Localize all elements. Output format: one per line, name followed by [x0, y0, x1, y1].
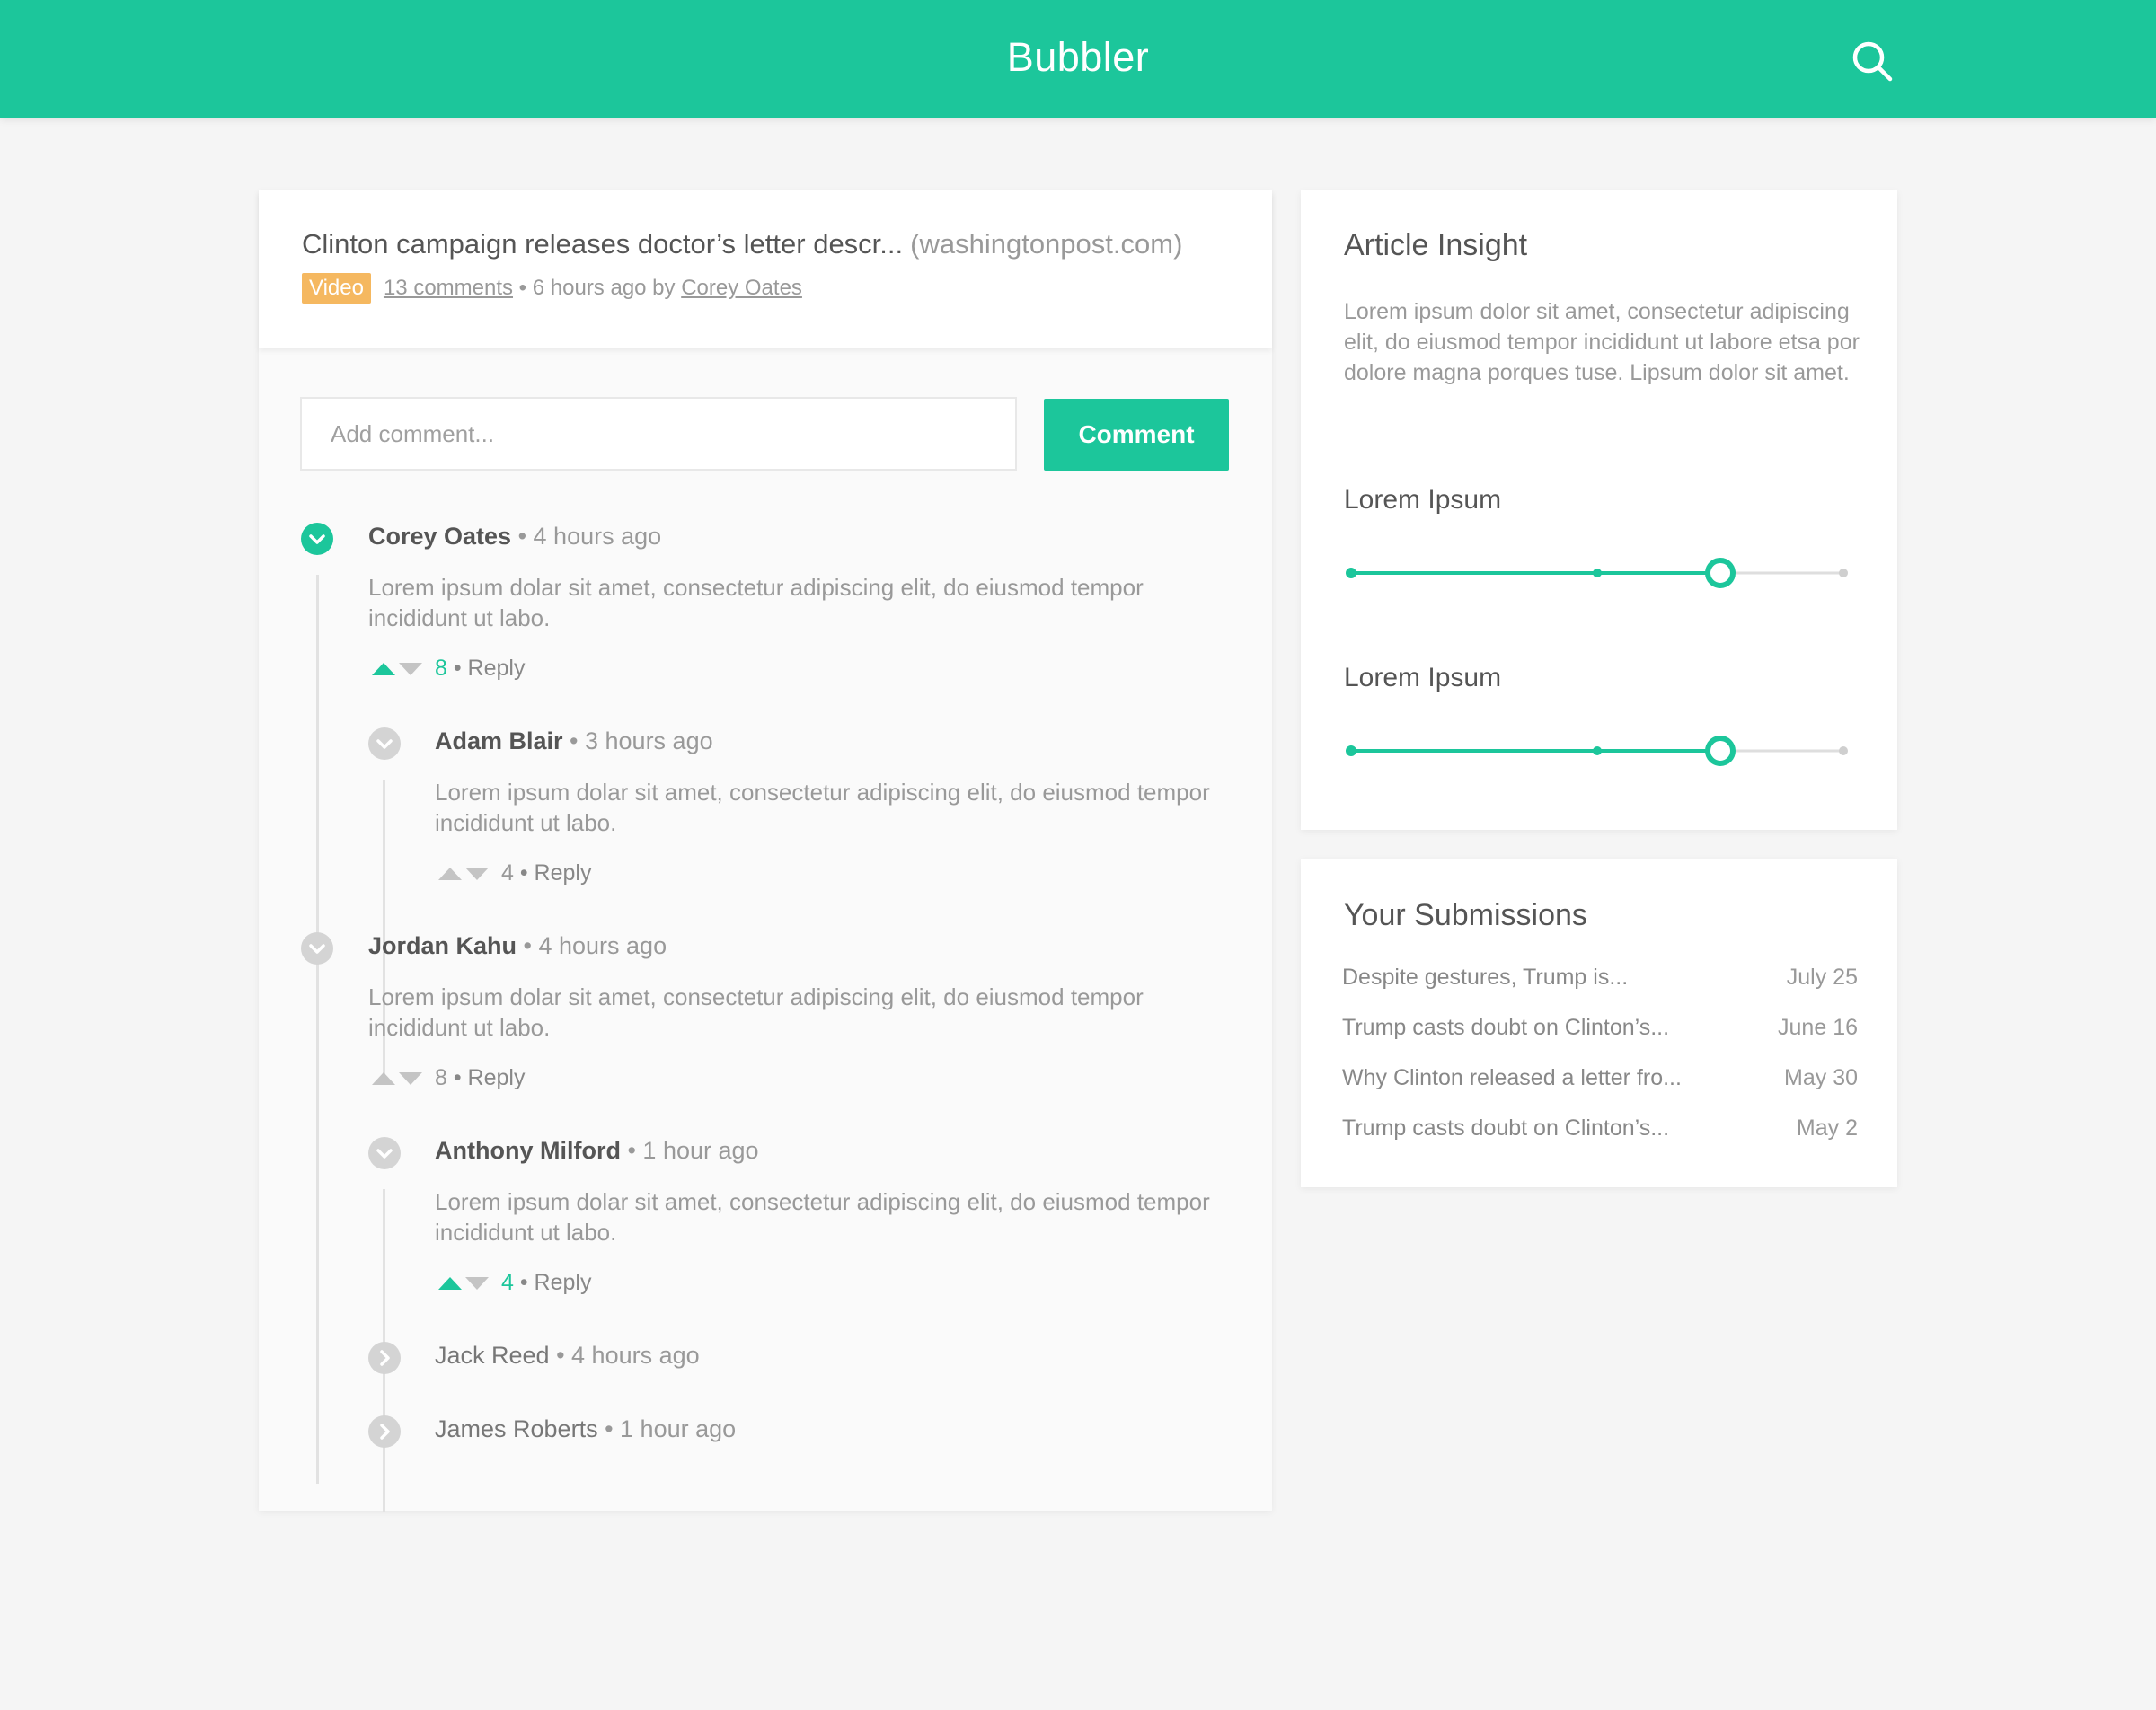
article-insight-card: Article Insight Lorem ipsum dolor sit am…	[1301, 190, 1897, 830]
vote-score: 4	[501, 1270, 514, 1295]
vote-score: 8	[435, 1065, 447, 1090]
comment-time: • 1 hour ago	[620, 1137, 759, 1164]
comment-header: Adam Blair • 3 hours ago	[435, 727, 713, 755]
submission-date: May 30	[1784, 1065, 1858, 1090]
comment-time: • 3 hours ago	[562, 727, 713, 754]
submission-title[interactable]: Trump casts doubt on Clinton’s...	[1342, 1015, 1669, 1041]
collapse-toggle-icon[interactable]	[368, 727, 401, 760]
submission-row[interactable]: Trump casts doubt on Clinton’s... May 2	[1342, 1115, 1858, 1151]
add-comment-input[interactable]	[300, 397, 1017, 471]
article-title[interactable]: Clinton campaign releases doctor’s lette…	[302, 228, 903, 260]
slider-tick	[1839, 746, 1848, 755]
slider-tick	[1593, 569, 1602, 577]
comment-author[interactable]: Jordan Kahu	[368, 932, 517, 959]
submissions-title: Your Submissions	[1344, 898, 1587, 932]
article-title-line: Clinton campaign releases doctor’s lette…	[302, 228, 1182, 260]
comment-author[interactable]: Adam Blair	[435, 727, 563, 754]
upvote-icon[interactable]	[437, 865, 464, 883]
submission-title[interactable]: Why Clinton released a letter fro...	[1342, 1065, 1682, 1091]
insight-slider[interactable]	[1346, 555, 1849, 591]
upvote-icon[interactable]	[370, 1070, 397, 1088]
downvote-icon[interactable]	[397, 660, 424, 678]
slider-handle[interactable]	[1705, 736, 1736, 766]
video-badge: Video	[302, 273, 371, 304]
comment-time: • 1 hour ago	[597, 1415, 737, 1442]
insight-title: Article Insight	[1344, 228, 1528, 262]
expand-toggle-icon[interactable]	[368, 1342, 401, 1374]
article-header: Clinton campaign releases doctor’s lette…	[259, 190, 1272, 348]
comment-body: Lorem ipsum dolar sit amet, consectetur …	[435, 779, 1210, 836]
collapsed-comment-header: Jack Reed • 4 hours ago	[435, 1342, 700, 1370]
expand-toggle-icon[interactable]	[368, 1415, 401, 1448]
insight-slider[interactable]	[1346, 733, 1849, 769]
collapse-toggle-icon[interactable]	[301, 932, 333, 965]
submissions-card: Your Submissions Despite gestures, Trump…	[1301, 859, 1897, 1187]
insight-text: Lorem ipsum dolor sit amet, consectetur …	[1344, 299, 1860, 385]
submission-title[interactable]: Trump casts doubt on Clinton’s...	[1342, 1115, 1669, 1141]
submission-row[interactable]: Why Clinton released a letter fro... May…	[1342, 1065, 1858, 1101]
comment-actions: 8 • Reply	[370, 656, 525, 683]
upvote-icon[interactable]	[370, 660, 397, 678]
comment-author[interactable]: Anthony Milford	[435, 1137, 621, 1164]
article-domain: (washingtonpost.com)	[910, 228, 1183, 260]
search-icon[interactable]	[1851, 40, 1894, 83]
submission-date: June 16	[1778, 1015, 1858, 1040]
downvote-icon[interactable]	[397, 1070, 424, 1088]
reply-link[interactable]: • Reply	[514, 860, 592, 886]
slider-tick	[1346, 568, 1356, 578]
submission-row[interactable]: Despite gestures, Trump is... July 25	[1342, 965, 1858, 1000]
article-author-link[interactable]: Corey Oates	[681, 276, 802, 300]
downvote-icon[interactable]	[464, 865, 490, 883]
comment-author[interactable]: Corey Oates	[368, 523, 511, 550]
slider-tick	[1346, 745, 1356, 756]
comment-actions: 4 • Reply	[437, 860, 591, 887]
submission-date: May 2	[1796, 1115, 1858, 1141]
comment-author[interactable]: James Roberts	[435, 1415, 598, 1442]
upvote-icon[interactable]	[437, 1274, 464, 1292]
reply-link[interactable]: • Reply	[447, 656, 526, 681]
slider-handle[interactable]	[1705, 558, 1736, 588]
comment-header: Corey Oates • 4 hours ago	[368, 523, 661, 551]
discussion-card: Clinton campaign releases doctor’s lette…	[259, 190, 1272, 1512]
submission-date: July 25	[1786, 965, 1858, 990]
reply-link[interactable]: • Reply	[447, 1065, 526, 1090]
brand-title[interactable]: Bubbler	[0, 34, 2156, 81]
slider-tick	[1593, 746, 1602, 755]
comment-actions: 4 • Reply	[437, 1270, 591, 1297]
submission-title[interactable]: Despite gestures, Trump is...	[1342, 965, 1628, 991]
collapse-toggle-icon[interactable]	[368, 1137, 401, 1169]
comment-actions: 8 • Reply	[370, 1065, 525, 1092]
comment-time: • 4 hours ago	[517, 932, 667, 959]
comment-button[interactable]: Comment	[1044, 399, 1229, 471]
comment-body: Lorem ipsum dolar sit amet, consectetur …	[368, 574, 1144, 631]
comment-body: Lorem ipsum dolar sit amet, consectetur …	[435, 1188, 1210, 1246]
thread-line	[383, 1388, 385, 1412]
slider-label: Lorem Ipsum	[1344, 485, 1502, 515]
comment-time: • 4 hours ago	[511, 523, 662, 550]
comment-header: Jordan Kahu • 4 hours ago	[368, 932, 667, 960]
comment-body: Lorem ipsum dolar sit amet, consectetur …	[368, 983, 1144, 1041]
article-time: • 6 hours ago by	[513, 276, 682, 300]
submission-row[interactable]: Trump casts doubt on Clinton’s... June 1…	[1342, 1015, 1858, 1051]
vote-score: 8	[435, 656, 447, 681]
collapsed-comment-header: James Roberts • 1 hour ago	[435, 1415, 736, 1443]
comments-link[interactable]: 13 comments	[384, 276, 513, 300]
comment-time: • 4 hours ago	[549, 1342, 700, 1369]
vote-score: 4	[501, 860, 514, 886]
slider-tick	[1839, 569, 1848, 577]
thread-line[interactable]	[316, 984, 319, 1484]
downvote-icon[interactable]	[464, 1274, 490, 1292]
article-meta: Video 13 comments • 6 hours ago by Corey …	[302, 273, 802, 304]
comment-header: Anthony Milford • 1 hour ago	[435, 1137, 759, 1165]
top-bar: Bubbler	[0, 0, 2156, 118]
slider-label: Lorem Ipsum	[1344, 663, 1502, 692]
collapse-toggle-icon[interactable]	[301, 523, 333, 555]
reply-link[interactable]: • Reply	[514, 1270, 592, 1295]
comment-author[interactable]: Jack Reed	[435, 1342, 550, 1369]
